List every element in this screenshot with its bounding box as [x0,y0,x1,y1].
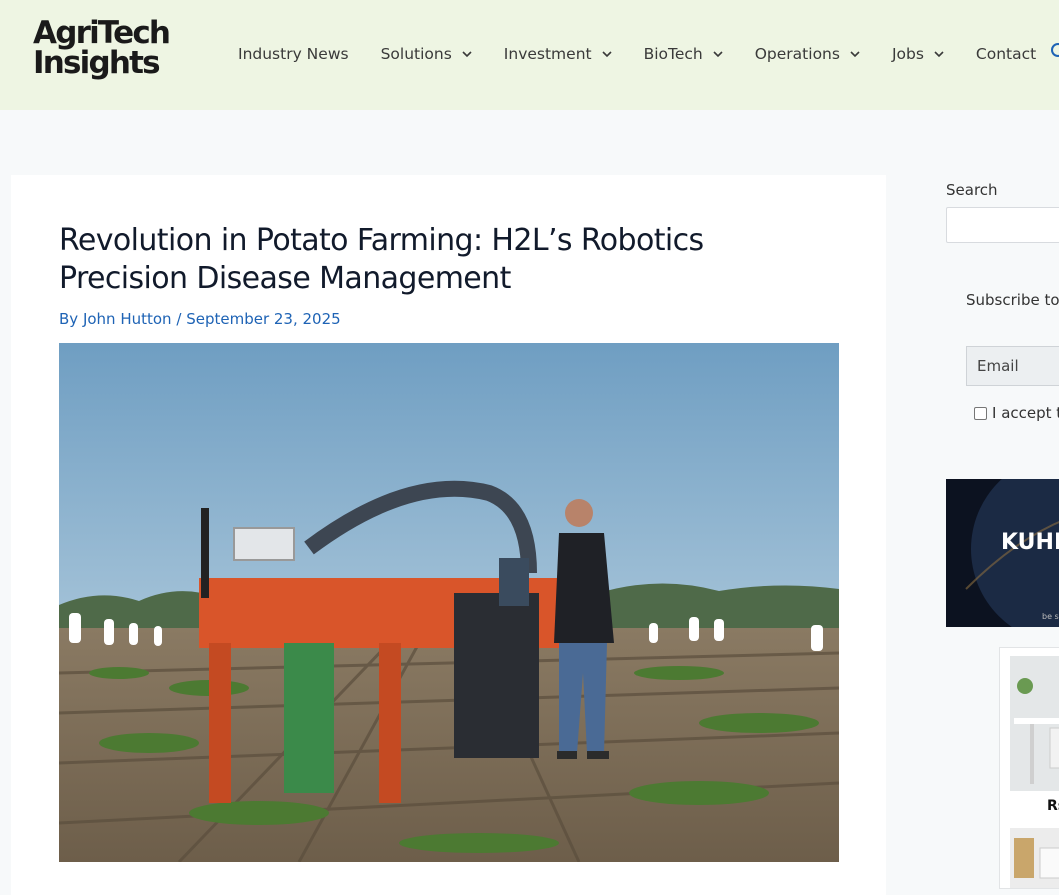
nav-item-investment[interactable]: Investment [504,45,612,63]
chevron-down-icon [713,51,723,58]
ad-product-box[interactable] [999,647,1059,889]
nav-item-operations[interactable]: Operations [755,45,860,63]
ad-banner-brand: KUHN [1001,530,1059,555]
publish-date: September 23, 2025 [186,310,341,328]
search-label: Search [946,181,998,199]
site-logo[interactable]: AgriTech Insights [33,15,171,81]
nav-item-label: Contact [975,45,1037,63]
nav-item-label: Operations [754,45,840,63]
chevron-down-icon [602,51,612,58]
nav-item-label: BioTech [643,45,703,63]
consent-row: I accept t [974,404,1059,422]
nav-item-industry-news[interactable]: Industry News [238,45,349,63]
logo-line-2: Insights [33,45,161,81]
nav-item-contact[interactable]: Contact [976,45,1036,63]
consent-label: I accept t [992,404,1059,422]
chevron-down-icon [934,51,944,58]
chevron-down-icon [850,51,860,58]
logo-line-1: AgriTech [33,15,171,51]
nav-item-label: Solutions [380,45,452,63]
site-header: AgriTech Insights Industry News Solutions… [0,0,1059,110]
nav-item-label: Investment [503,45,592,63]
nav-item-solutions[interactable]: Solutions [381,45,472,63]
author-link[interactable]: John Hutton [83,310,172,328]
subscribe-heading: Subscribe to [966,291,1059,309]
ad-banner-kuhn[interactable]: KUHN be s [946,479,1059,627]
ad-banner-tagline: be s [1042,612,1059,621]
nav-item-biotech[interactable]: BioTech [644,45,723,63]
consent-checkbox[interactable] [974,406,987,420]
email-field[interactable] [966,346,1059,386]
main-nav: Industry News Solutions Investment BioTech O… [238,42,1059,66]
ad-caption: Rs [1047,798,1059,814]
search-icon[interactable] [1050,42,1059,62]
byline-prefix: By [59,310,79,328]
nav-item-jobs[interactable]: Jobs [892,45,944,63]
hero-image [59,343,839,862]
search-input[interactable] [946,207,1059,243]
chevron-down-icon [462,51,472,58]
meta-separator: / [176,310,182,328]
article-meta: By John Hutton / September 23, 2025 [59,310,341,328]
article-title[interactable]: Revolution in Potato Farming: H2L’s Robo… [59,222,839,298]
nav-item-label: Jobs [891,45,924,63]
nav-item-label: Industry News [238,45,349,63]
